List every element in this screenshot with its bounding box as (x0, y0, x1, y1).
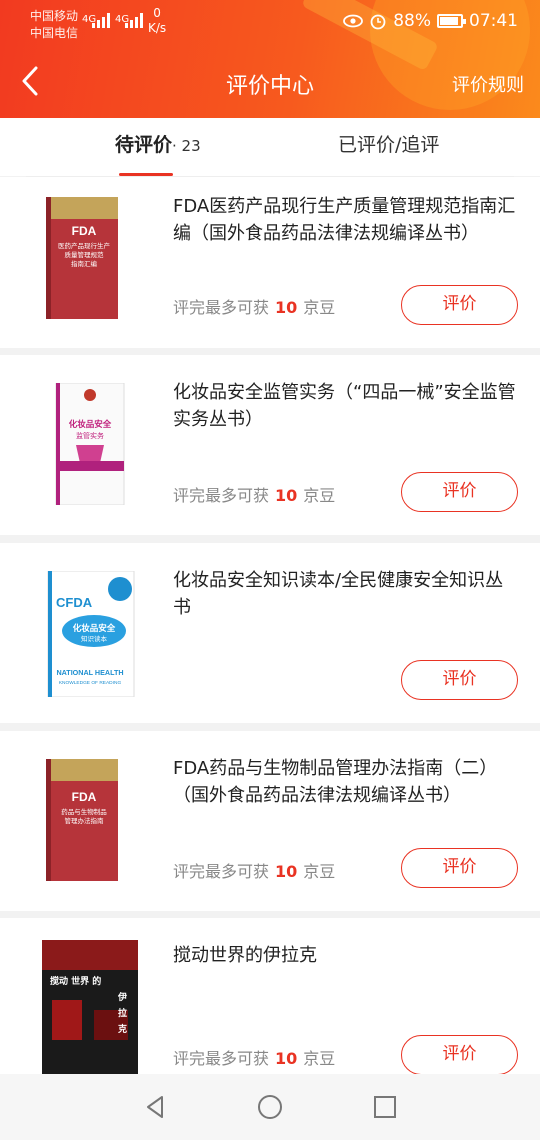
product-title[interactable]: FDA药品与生物制品管理办法指南（二）（国外食品药品法律法规编译丛书） (173, 755, 518, 809)
rate-button[interactable]: 评价 (401, 472, 518, 512)
product-card[interactable]: FDA 医药产品现行生产 质量管理规范 指南汇编 FDA医药产品现行生产质量管理… (0, 177, 540, 348)
product-card[interactable]: 化妆品安全 监管实务 化妆品安全监管实务（“四品一械”安全监管实务丛书） 评完最… (0, 355, 540, 535)
cover-text: 质量管理规范 (65, 250, 105, 259)
tab-pending-label: 待评价 (115, 134, 173, 156)
rate-button[interactable]: 评价 (401, 285, 518, 325)
signal-icon (125, 12, 143, 28)
cover-text: 管理办法指南 (65, 816, 105, 825)
rate-button[interactable]: 评价 (401, 848, 518, 888)
cover-text: 搅动 世界 的 (50, 975, 101, 987)
rate-button[interactable]: 评价 (401, 1035, 518, 1075)
reward-text: 评完最多可获 10 京豆 (173, 862, 336, 881)
book-cover: 搅动 世界 的 伊 拉 克 (42, 940, 138, 1074)
book-cover: 化妆品安全 监管实务 (55, 383, 125, 505)
reward-text: 评完最多可获 10 京豆 (173, 298, 336, 317)
app-header: 中国移动 中国电信 4G 4G 0 K/s 88% 07:41 评价中心 评价规… (0, 0, 540, 118)
cover-text: CFDA (56, 595, 93, 610)
clock: 07:41 (469, 11, 518, 31)
cover-text: 拉 (118, 1007, 127, 1019)
product-title[interactable]: 化妆品安全监管实务（“四品一械”安全监管实务丛书） (173, 379, 518, 433)
cover-text: 知识读本 (81, 634, 108, 643)
cover-text: FDA (72, 224, 97, 238)
recent-square-icon[interactable] (370, 1092, 400, 1122)
product-card[interactable]: FDA 药品与生物制品 管理办法指南 FDA药品与生物制品管理办法指南（二）（国… (0, 731, 540, 911)
network-speed: 0 K/s (148, 6, 167, 35)
product-title[interactable]: FDA医药产品现行生产质量管理规范指南汇编（国外食品药品法律法规编译丛书） (173, 193, 518, 247)
tab-bar: 待评价· 23 已评价/追评 (0, 118, 540, 176)
product-card[interactable]: 搅动 世界 的 伊 拉 克 搅动世界的伊拉克 评完最多可获 10 京豆 评价 (0, 918, 540, 1075)
signal-icon (92, 12, 110, 28)
rules-link[interactable]: 评价规则 (452, 71, 524, 97)
product-card[interactable]: CFDA 化妆品安全 知识读本 NATIONAL HEALTH KNOWLEDG… (0, 543, 540, 723)
rate-button[interactable]: 评价 (401, 660, 518, 700)
cover-text: 监管实务 (76, 431, 104, 440)
cover-text: 指南汇编 (71, 259, 98, 268)
carrier-label: 中国移动 (30, 9, 79, 23)
nav-bar: 评价中心 评价规则 (0, 52, 540, 112)
tab-pending[interactable]: 待评价· 23 (115, 130, 201, 157)
cover-text: KNOWLEDGE OF READING (59, 680, 122, 686)
book-cover: FDA 药品与生物制品 管理办法指南 (46, 759, 118, 881)
book-cover: CFDA 化妆品安全 知识读本 NATIONAL HEALTH KNOWLEDG… (47, 571, 135, 697)
cover-text: NATIONAL HEALTH (56, 668, 123, 677)
product-title[interactable]: 搅动世界的伊拉克 (173, 942, 518, 969)
status-right: 88% 07:41 (343, 11, 518, 31)
status-bar: 中国移动 中国电信 4G 4G 0 K/s 88% 07:41 (0, 0, 540, 46)
cover-text: 化妆品安全 (73, 623, 116, 634)
tab-pending-count: · 23 (172, 137, 201, 155)
reward-text: 评完最多可获 10 京豆 (173, 1049, 336, 1068)
reward-text: 评完最多可获 10 京豆 (173, 486, 336, 505)
battery-icon (437, 14, 466, 28)
carrier-label: 中国电信 (30, 26, 79, 40)
tab-reviewed[interactable]: 已评价/追评 (338, 130, 439, 157)
system-nav-bar (0, 1074, 540, 1140)
cover-text: 药品与生物制品 (61, 807, 107, 816)
home-circle-icon[interactable] (255, 1092, 285, 1122)
cover-text: 化妆品安全 (69, 419, 112, 430)
cover-text: FDA (72, 790, 97, 804)
back-triangle-icon[interactable] (140, 1092, 170, 1122)
cover-text: 医药产品现行生产 (58, 241, 111, 250)
battery-percent: 88% (393, 11, 431, 31)
alarm-icon (370, 14, 386, 30)
product-title[interactable]: 化妆品安全知识读本/全民健康安全知识丛书 (173, 567, 518, 621)
book-cover: FDA 医药产品现行生产 质量管理规范 指南汇编 (46, 197, 118, 319)
cover-text: 伊 (117, 991, 127, 1003)
cover-text: 克 (118, 1023, 127, 1035)
eye-icon (343, 14, 364, 28)
